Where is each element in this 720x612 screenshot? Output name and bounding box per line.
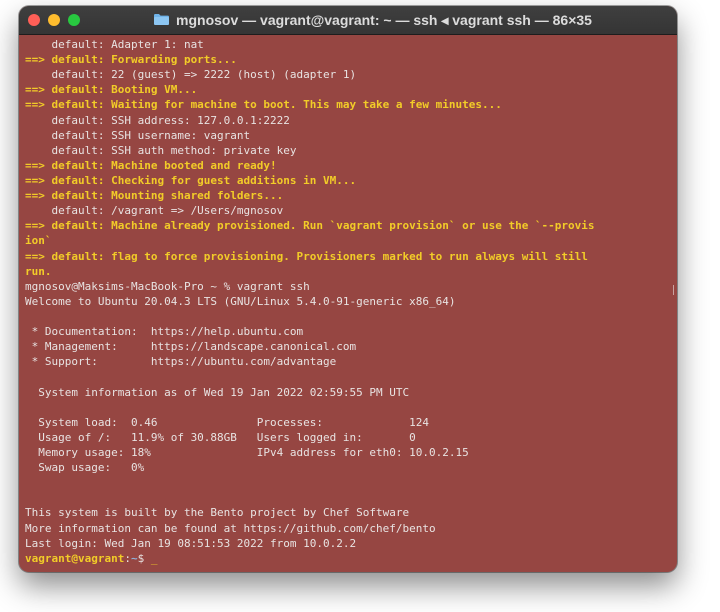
prompt-separator: : — [124, 551, 131, 565]
title-bar[interactable]: mgnosov — vagrant@vagrant: ~ — ssh ◂ vag… — [19, 6, 677, 35]
terminal-line: * Management: https://landscape.canonica… — [25, 340, 357, 354]
terminal-line: default: /vagrant => /Users/mgnosov — [25, 204, 284, 218]
terminal-window: mgnosov — vagrant@vagrant: ~ — ssh ◂ vag… — [19, 6, 677, 572]
terminal-line: run. — [25, 264, 52, 278]
terminal-line: System load: 0.46 Processes: 124 — [25, 415, 429, 429]
window-title: mgnosov — vagrant@vagrant: ~ — ssh ◂ vag… — [176, 11, 592, 28]
prompt-symbol: $ — [137, 551, 151, 565]
terminal-line: mgnosov@Maksims-MacBook-Pro ~ % vagrant … — [25, 279, 310, 293]
terminal-line: default: SSH address: 127.0.0.1:2222 — [25, 113, 290, 127]
terminal-line: ==> default: Checking for guest addition… — [25, 173, 357, 187]
terminal-line: ion` — [25, 234, 52, 248]
cursor: _ — [150, 551, 158, 565]
terminal-output[interactable]: default: Adapter 1: nat ==> default: Forw… — [25, 37, 677, 572]
prompt-user: vagrant@vagrant — [25, 551, 125, 565]
terminal-line: default: SSH username: vagrant — [25, 128, 251, 142]
terminal-line: ==> default: Mounting shared folders... — [25, 189, 284, 203]
terminal-line: Usage of /: 11.9% of 30.88GB Users logge… — [25, 430, 416, 444]
terminal-line: Welcome to Ubuntu 20.04.3 LTS (GNU/Linux… — [25, 294, 456, 308]
close-button[interactable] — [28, 14, 40, 26]
terminal-line: * Support: https://ubuntu.com/advantage — [25, 355, 337, 369]
terminal-line: ==> default: flag to force provisioning.… — [25, 249, 588, 263]
terminal-line: Last login: Wed Jan 19 08:51:53 2022 fro… — [25, 536, 357, 550]
terminal-line: ==> default: Machine booted and ready! — [25, 158, 277, 172]
terminal-line: System information as of Wed 19 Jan 2022… — [25, 385, 410, 399]
prompt-path: ~ — [130, 551, 138, 565]
terminal-line: This system is built by the Bento projec… — [25, 506, 410, 520]
window-title-area: mgnosov — vagrant@vagrant: ~ — ssh ◂ vag… — [79, 6, 667, 34]
terminal-line: Swap usage: 0% — [25, 461, 145, 475]
terminal-line: ==> default: Machine already provisioned… — [25, 219, 595, 233]
terminal-line: Memory usage: 18% IPv4 address for eth0:… — [25, 445, 469, 459]
terminal-line: ==> default: Booting VM... — [25, 83, 198, 97]
minimize-button[interactable] — [48, 14, 60, 26]
terminal-line: ==> default: Forwarding ports... — [25, 53, 237, 67]
scroll-marker — [673, 285, 674, 295]
terminal-line: default: Adapter 1: nat — [25, 38, 204, 51]
folder-icon — [154, 13, 170, 25]
shell-prompt[interactable]: vagrant@vagrant:~$ _ — [25, 551, 677, 566]
terminal-line: ==> default: Waiting for machine to boot… — [25, 98, 502, 112]
window-controls — [28, 14, 80, 26]
terminal-line: default: 22 (guest) => 2222 (host) (adap… — [25, 68, 357, 82]
terminal-line: default: SSH auth method: private key — [25, 143, 297, 157]
terminal-line: More information can be found at https:/… — [25, 521, 436, 535]
terminal-line: * Documentation: https://help.ubuntu.com — [25, 325, 304, 339]
